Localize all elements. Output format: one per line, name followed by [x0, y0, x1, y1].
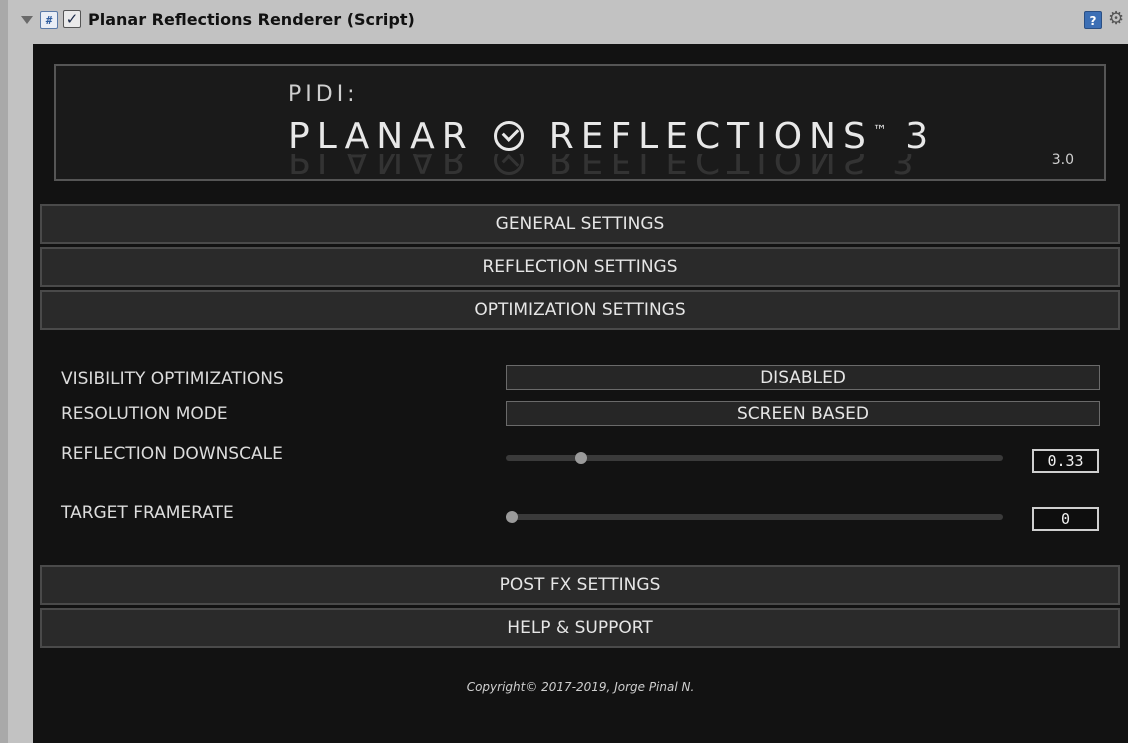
component-header[interactable]: # ✓ Planar Reflections Renderer (Script)…: [8, 0, 1128, 44]
resolution-mode-dropdown[interactable]: SCREEN BASED: [506, 401, 1100, 426]
logo-reflections-text: REFLECTIONS: [548, 116, 873, 157]
inspector-left-strip: [0, 0, 8, 743]
reflection-downscale-label: REFLECTION DOWNSCALE: [61, 444, 283, 464]
component-title: Planar Reflections Renderer (Script): [88, 10, 415, 29]
logo-product-name: PLANAR REFLECTIONS™ 3: [288, 116, 935, 157]
logo-check-circle-icon: [494, 121, 525, 151]
target-framerate-slider-thumb[interactable]: [506, 511, 518, 523]
logo-planar-text: PLANAR: [288, 116, 474, 157]
resolution-mode-label: RESOLUTION MODE: [61, 404, 228, 424]
logo-version: 3.0: [1051, 152, 1074, 168]
foldout-arrow-icon[interactable]: [21, 16, 33, 24]
script-icon: #: [40, 11, 58, 29]
help-support-button[interactable]: HELP & SUPPORT: [40, 608, 1120, 648]
inspector-panel: PIDI: PLANAR REFLECTIONS™ 3 PLANAR REFLE…: [33, 44, 1128, 743]
reflection-downscale-field[interactable]: 0.33: [1032, 449, 1099, 473]
logo-number: 3: [905, 116, 936, 157]
logo-reflection-effect: PLANAR REFLECTIONS 3: [288, 154, 921, 180]
component-enabled-checkbox[interactable]: ✓: [63, 10, 81, 28]
target-framerate-field[interactable]: 0: [1032, 507, 1099, 531]
product-logo-banner: PIDI: PLANAR REFLECTIONS™ 3 PLANAR REFLE…: [54, 64, 1106, 181]
logo-trademark: ™: [872, 123, 887, 139]
gear-icon[interactable]: ⚙: [1108, 8, 1124, 29]
post-fx-settings-button[interactable]: POST FX SETTINGS: [40, 565, 1120, 605]
copyright-text: Copyright© 2017-2019, Jorge Pinal N.: [466, 680, 695, 694]
visibility-optimizations-label: VISIBILITY OPTIMIZATIONS: [61, 369, 284, 389]
general-settings-button[interactable]: GENERAL SETTINGS: [40, 204, 1120, 244]
help-icon[interactable]: ?: [1084, 11, 1102, 29]
target-framerate-slider[interactable]: [506, 511, 1003, 523]
reflection-settings-button[interactable]: REFLECTION SETTINGS: [40, 247, 1120, 287]
logo-pidi-text: PIDI:: [288, 82, 359, 107]
reflection-downscale-slider[interactable]: [506, 452, 1003, 464]
reflection-downscale-slider-thumb[interactable]: [574, 452, 587, 464]
visibility-optimizations-dropdown[interactable]: DISABLED: [506, 365, 1100, 390]
target-framerate-label: TARGET FRAMERATE: [61, 503, 234, 523]
optimization-settings-button[interactable]: OPTIMIZATION SETTINGS: [40, 290, 1120, 330]
